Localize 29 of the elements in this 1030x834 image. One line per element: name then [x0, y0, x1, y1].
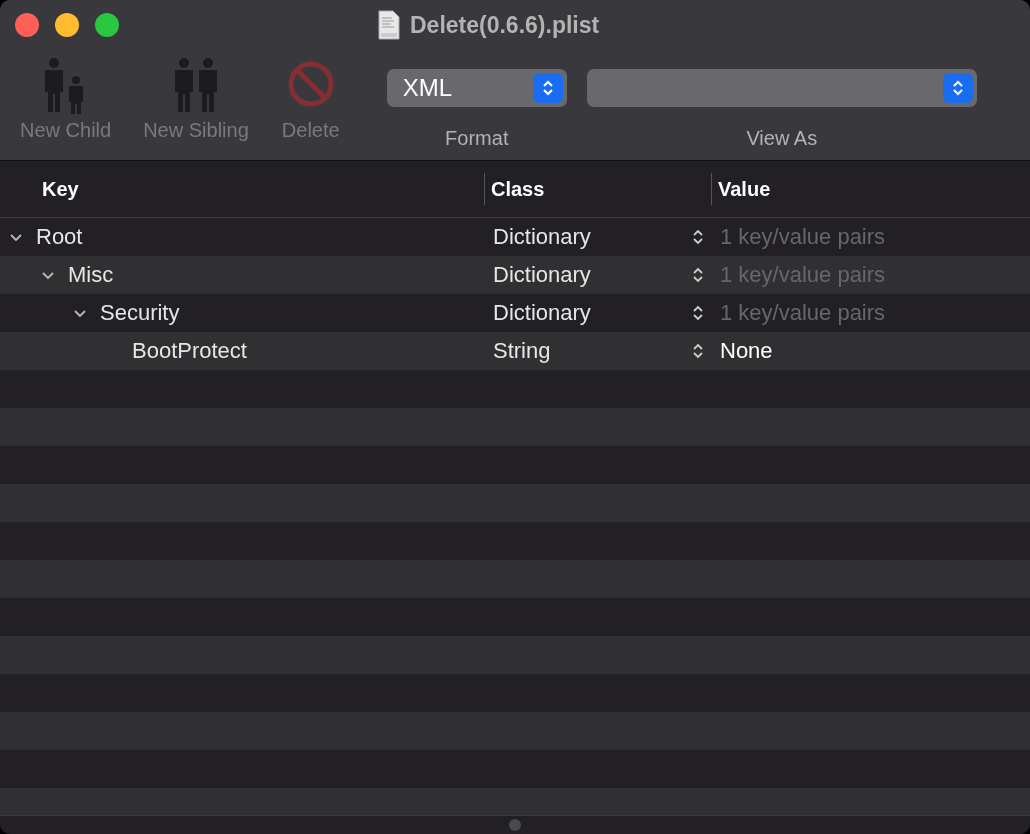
key-cell: Misc — [68, 262, 114, 288]
key-cell: BootProtect — [132, 338, 247, 364]
key-cell: Root — [36, 224, 83, 250]
minimize-button[interactable] — [55, 13, 79, 37]
stepper-icon — [532, 73, 563, 103]
window-title: Delete(0.6.6).plist — [410, 11, 600, 39]
column-header[interactable]: Key — [0, 173, 484, 205]
up-down-arrows-icon[interactable] — [692, 265, 704, 285]
document-icon — [378, 10, 400, 40]
column-header[interactable]: Value — [711, 173, 771, 205]
class-cell: Dictionary — [493, 262, 591, 288]
up-down-arrows-icon[interactable] — [692, 303, 704, 323]
value-cell: 1 key/value pairs — [720, 300, 886, 326]
value-cell: 1 key/value pairs — [720, 224, 886, 250]
up-down-arrows-icon[interactable] — [692, 341, 704, 361]
close-button[interactable] — [15, 13, 39, 37]
key-cell: Security — [100, 300, 180, 326]
column-header[interactable]: Class — [484, 173, 711, 205]
zoom-button[interactable] — [95, 13, 119, 37]
value-cell: None — [720, 338, 773, 364]
format-label: Format — [445, 127, 509, 150]
class-cell: String — [493, 338, 551, 364]
class-cell: Dictionary — [493, 224, 591, 250]
resize-handle[interactable] — [509, 819, 521, 831]
stepper-icon — [942, 73, 973, 103]
view-as-label: View As — [746, 127, 818, 150]
up-down-arrows-icon[interactable] — [692, 227, 704, 247]
class-cell: Dictionary — [493, 300, 591, 326]
format-dropdown[interactable]: XML — [386, 69, 567, 107]
